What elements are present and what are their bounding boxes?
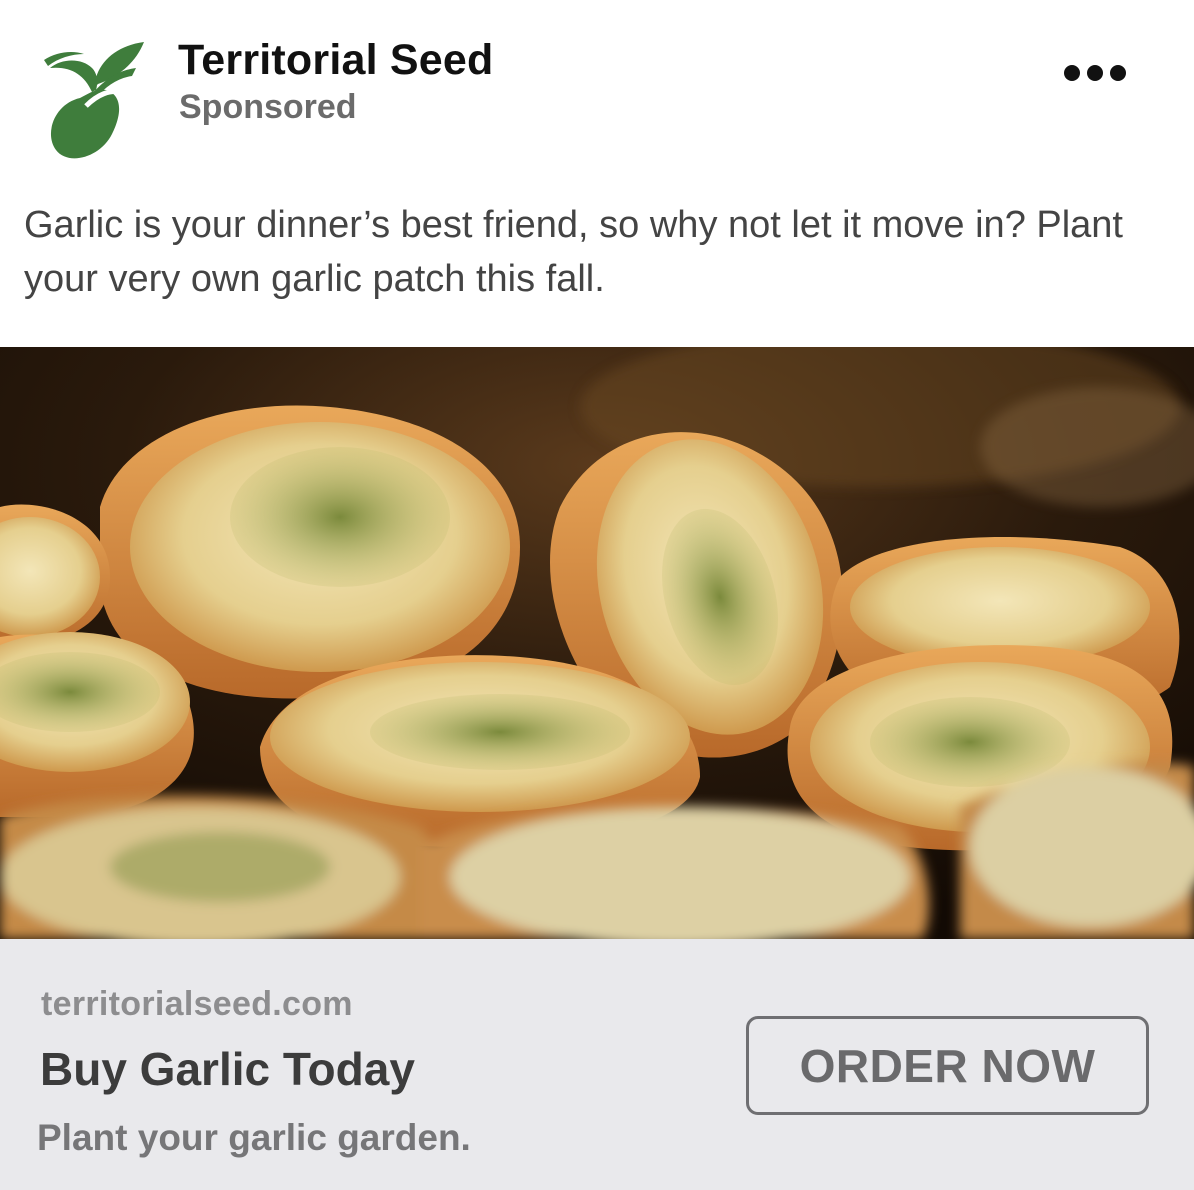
ad-header: Territorial Seed Sponsored [0, 0, 1194, 180]
more-options-icon[interactable] [1052, 50, 1138, 96]
seed-sprout-icon [44, 42, 144, 159]
link-domain: territorialseed.com [41, 985, 353, 1023]
ad-link-footer[interactable]: territorialseed.com Buy Garlic Today Pla… [0, 939, 1194, 1190]
link-description: Plant your garlic garden. [37, 1117, 471, 1158]
order-now-button[interactable]: ORDER NOW [746, 1016, 1149, 1115]
advertiser-logo[interactable] [36, 24, 156, 164]
ad-primary-text: Garlic is your dinner’s best friend, so … [24, 204, 1123, 300]
link-headline[interactable]: Buy Garlic Today [40, 1042, 415, 1096]
advertiser-name[interactable]: Territorial Seed [178, 36, 493, 85]
garlic-bread-photo[interactable] [0, 347, 1194, 939]
sponsored-label: Sponsored [179, 88, 357, 126]
